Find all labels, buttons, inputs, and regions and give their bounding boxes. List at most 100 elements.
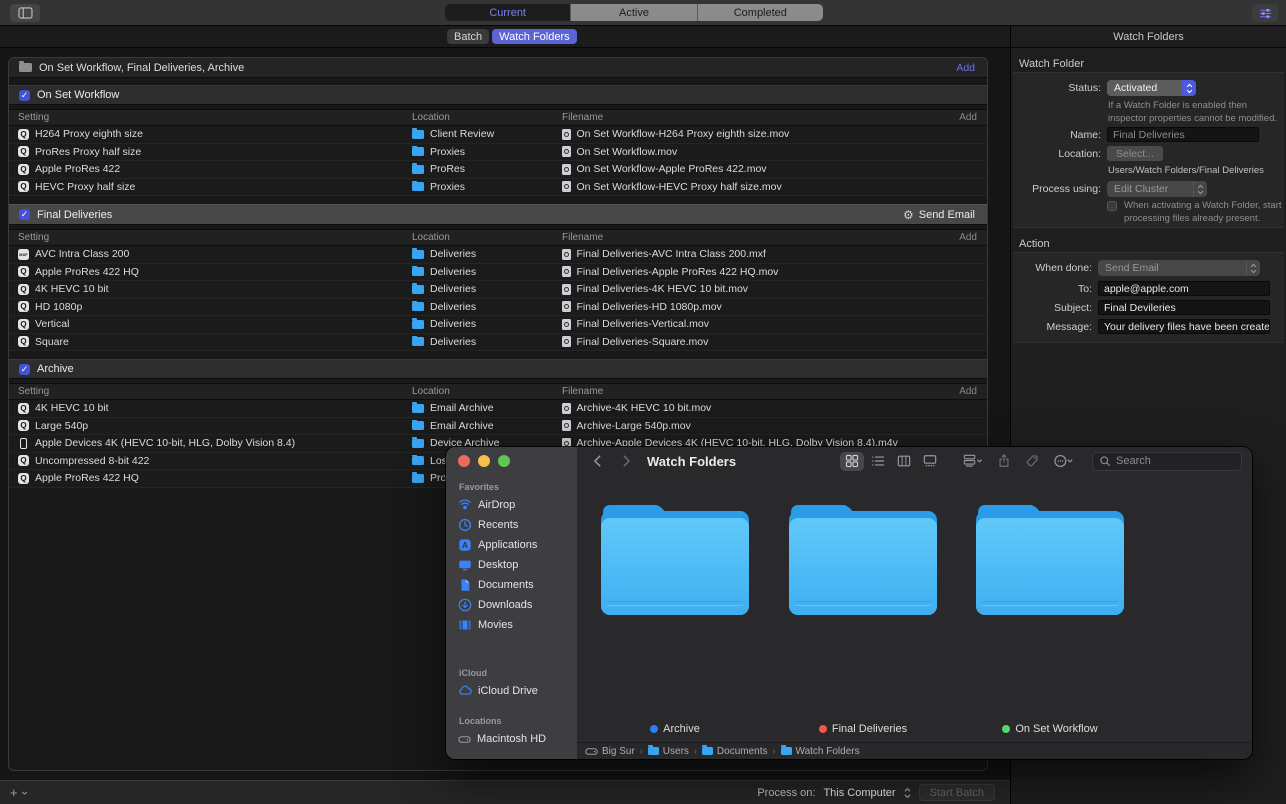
forward-button[interactable]	[619, 454, 633, 468]
process-on-value[interactable]: This Computer	[823, 787, 895, 799]
sidebar-item-macintosh-hd[interactable]: Macintosh HD	[446, 729, 577, 749]
minimize-window-button[interactable]	[478, 455, 490, 467]
process-on-stepper-icon[interactable]	[904, 787, 911, 799]
setting-row[interactable]: MXFAVC Intra Class 200DeliveriesFinal De…	[9, 246, 987, 264]
sidebar-item-recents[interactable]: Recents	[446, 515, 577, 535]
close-window-button[interactable]	[458, 455, 470, 467]
row-add-button[interactable]: Add	[947, 112, 977, 123]
sidebar-section-label: iCloud	[459, 668, 577, 678]
setting-row[interactable]: QHEVC Proxy half sizeProxiesOn Set Workf…	[9, 179, 987, 197]
tab-batch[interactable]: Batch	[447, 29, 489, 44]
inspector-toggle-button[interactable]	[1252, 4, 1278, 22]
breadcrumb-item[interactable]: Users	[648, 746, 689, 757]
location-cell: Deliveries	[412, 336, 562, 348]
setting-name: H264 Proxy eighth size	[35, 128, 143, 140]
setting-row[interactable]: QApple ProRes 422 HQDeliveriesFinal Deli…	[9, 264, 987, 282]
icon-view-button[interactable]	[840, 452, 864, 471]
sidebar-item-documents[interactable]: Documents	[446, 575, 577, 595]
subject-field[interactable]: Final Devileries	[1098, 300, 1270, 315]
file-icon	[562, 420, 571, 431]
more-actions-button[interactable]	[1048, 452, 1078, 471]
filename-text: Final Deliveries-Square.mov	[577, 336, 709, 348]
group-checkbox[interactable]: ✓	[19, 209, 30, 220]
tab-active[interactable]: Active	[571, 4, 697, 21]
folder-icon	[412, 302, 424, 311]
process-on-label: Process on:	[757, 787, 815, 799]
group-checkbox[interactable]: ✓	[19, 90, 30, 101]
group-header[interactable]: ✓Archive	[9, 359, 987, 379]
folder-icon	[412, 165, 424, 174]
message-field[interactable]: Your delivery files have been created	[1098, 319, 1270, 334]
setting-row[interactable]: QApple ProRes 422ProResOn Set Workflow-A…	[9, 161, 987, 179]
share-button[interactable]	[992, 452, 1016, 471]
filename-text: Final Deliveries-Apple ProRes 422 HQ.mov	[577, 266, 779, 278]
tab-watch-folders[interactable]: Watch Folders	[492, 29, 577, 44]
to-field[interactable]: apple@apple.com	[1098, 281, 1270, 296]
sidebar-toggle-button[interactable]	[10, 4, 40, 22]
breadcrumb-item[interactable]: Watch Folders	[781, 746, 860, 757]
finder-folder-final-deliveries[interactable]: Final Deliveries	[788, 505, 938, 615]
sidebar-item-icloud-drive[interactable]: iCloud Drive	[446, 681, 577, 701]
setting-cell: QVertical	[18, 318, 412, 330]
breadcrumb-item[interactable]: Big Sur	[585, 745, 635, 758]
setting-name: HD 1080p	[35, 301, 82, 313]
start-batch-button[interactable]: Start Batch	[919, 784, 995, 801]
group-by-button[interactable]	[958, 452, 988, 471]
location-select-button[interactable]: Select...	[1107, 146, 1163, 161]
bottom-bar: + Process on: This Computer Start Batch	[0, 780, 1010, 804]
sidebar-item-desktop[interactable]: Desktop	[446, 555, 577, 575]
finder-folder-on-set-workflow[interactable]: On Set Workflow	[975, 505, 1125, 615]
setting-cell: QProRes Proxy half size	[18, 146, 412, 158]
finder-folder-archive[interactable]: Archive	[600, 505, 750, 615]
setting-row[interactable]: QVerticalDeliveriesFinal Deliveries-Vert…	[9, 316, 987, 334]
zoom-window-button[interactable]	[498, 455, 510, 467]
group-header[interactable]: ✓Final Deliveries⚙Send Email	[9, 204, 987, 225]
tag-dot	[819, 725, 827, 733]
folder-icon	[412, 182, 424, 191]
filename-cell: Final Deliveries-Square.mov	[562, 336, 947, 348]
sidebar-item-label: Downloads	[478, 599, 532, 611]
status-dropdown[interactable]: Activated	[1107, 80, 1196, 96]
breadcrumb-item[interactable]: Documents	[702, 746, 768, 757]
back-button[interactable]	[591, 454, 605, 468]
setting-row[interactable]: Q4K HEVC 10 bitEmail ArchiveArchive-4K H…	[9, 400, 987, 418]
folder-icon	[412, 474, 424, 483]
process-existing-checkbox[interactable]	[1107, 201, 1117, 211]
location-label: Location:	[1011, 148, 1101, 160]
setting-row[interactable]: QH264 Proxy eighth sizeClient ReviewOn S…	[9, 126, 987, 144]
when-done-dropdown[interactable]: Send Email	[1098, 260, 1260, 276]
batch-add-button[interactable]: Add	[956, 62, 975, 74]
svg-text:A: A	[462, 540, 468, 550]
group-checkbox[interactable]: ✓	[19, 364, 30, 375]
column-view-button[interactable]	[892, 452, 916, 471]
add-batch-item-button[interactable]: +	[10, 786, 28, 799]
search-icon	[1099, 455, 1111, 467]
finder-search-field[interactable]: Search	[1092, 452, 1242, 471]
location-cell: Proxies	[412, 146, 562, 158]
setting-row[interactable]: QHD 1080pDeliveriesFinal Deliveries-HD 1…	[9, 299, 987, 317]
quicktime-setting-icon: Q	[18, 336, 29, 347]
tag-button[interactable]	[1020, 452, 1044, 471]
sidebar-item-applications[interactable]: AApplications	[446, 535, 577, 555]
gallery-view-button[interactable]	[918, 452, 942, 471]
file-icon	[562, 284, 571, 295]
action-section-title: Action	[1019, 238, 1050, 250]
setting-row[interactable]: QProRes Proxy half sizeProxiesOn Set Wor…	[9, 144, 987, 162]
process-using-dropdown[interactable]: Edit Cluster	[1107, 181, 1207, 197]
filename-cell: Final Deliveries-4K HEVC 10 bit.mov	[562, 283, 947, 295]
list-view-button[interactable]	[866, 452, 890, 471]
tab-completed[interactable]: Completed	[698, 4, 823, 21]
setting-row[interactable]: Q4K HEVC 10 bitDeliveriesFinal Deliverie…	[9, 281, 987, 299]
group-header[interactable]: ✓On Set Workflow	[9, 85, 987, 105]
tab-current[interactable]: Current	[445, 4, 571, 21]
setting-row[interactable]: QLarge 540pEmail ArchiveArchive-Large 54…	[9, 418, 987, 436]
row-add-button[interactable]: Add	[947, 386, 977, 397]
sidebar-item-airdrop[interactable]: AirDrop	[446, 495, 577, 515]
name-field[interactable]: Final Deliveries	[1107, 127, 1259, 142]
setting-row[interactable]: QSquareDeliveriesFinal Deliveries-Square…	[9, 334, 987, 352]
row-add-button[interactable]: Add	[947, 232, 977, 243]
sidebar-item-downloads[interactable]: Downloads	[446, 595, 577, 615]
movies-icon	[458, 618, 472, 632]
sidebar-item-movies[interactable]: Movies	[446, 615, 577, 635]
sidebar-item-label: iCloud Drive	[478, 685, 538, 697]
